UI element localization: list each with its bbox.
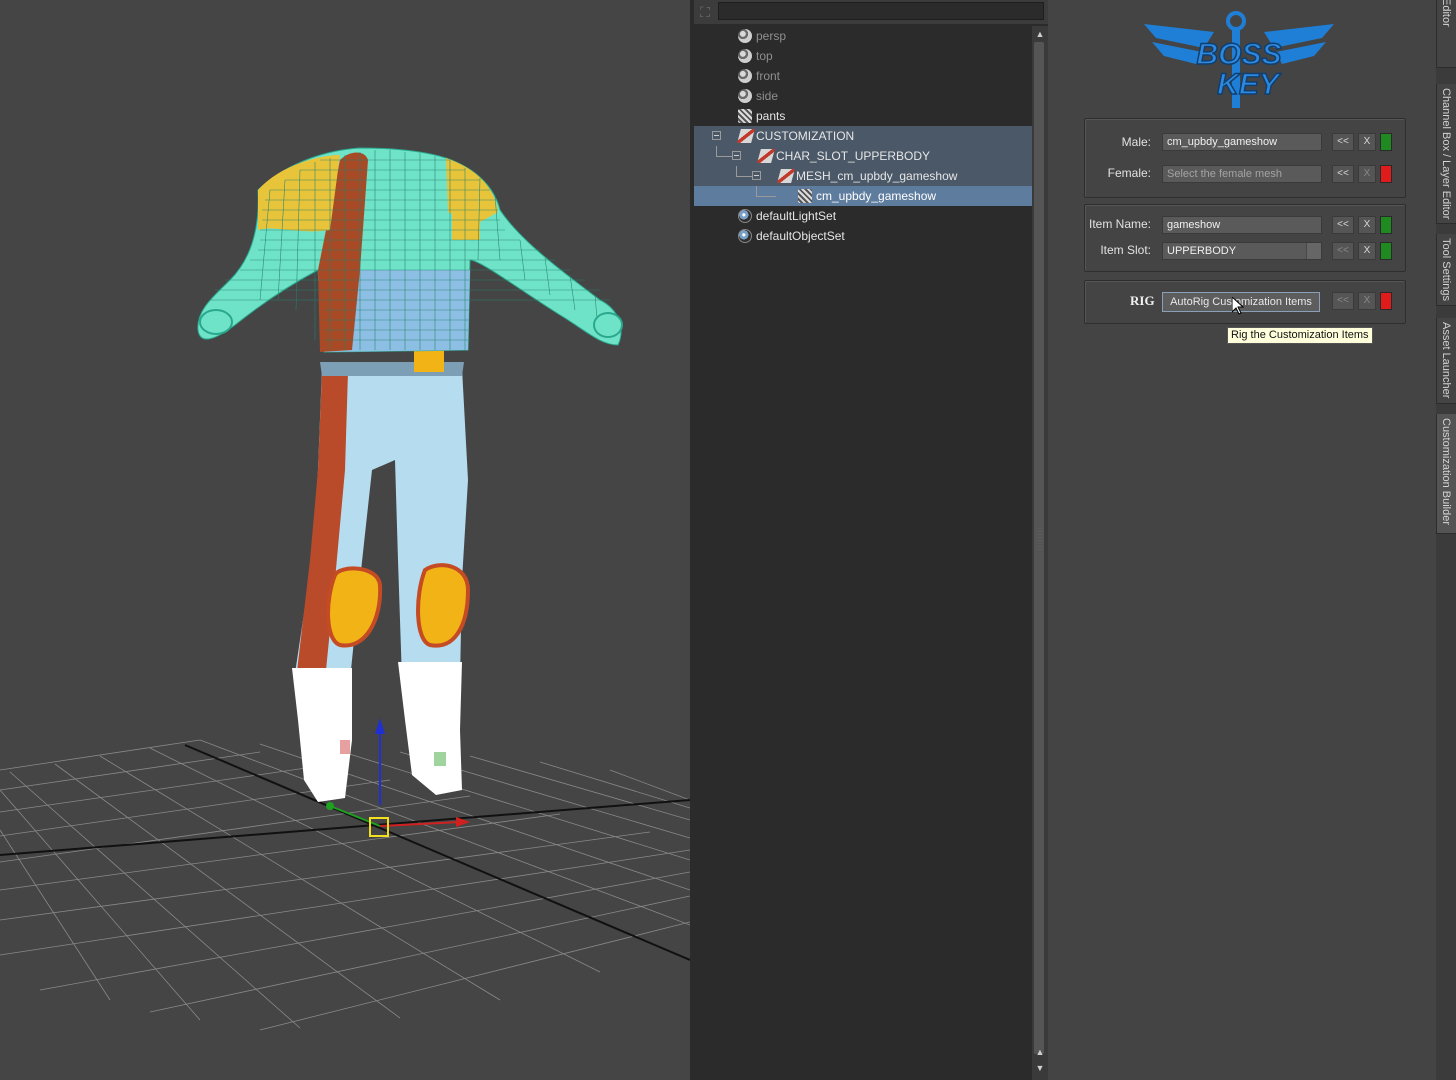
- outliner-item-side[interactable]: side: [694, 86, 1032, 106]
- item-name-label: Item Name:: [1088, 217, 1151, 231]
- male-clear-button[interactable]: X: [1358, 133, 1376, 151]
- outliner-item-label: CHAR_SLOT_UPPERBODY: [776, 149, 931, 163]
- male-label: Male:: [1121, 135, 1151, 149]
- outliner-item-label: defaultLightSet: [756, 209, 837, 223]
- splitter-handle[interactable]: [1037, 528, 1043, 552]
- tree-line: [716, 146, 717, 156]
- outliner-item-customization[interactable]: CUSTOMIZATION: [694, 126, 1032, 146]
- item-name-status-indicator: [1380, 216, 1392, 234]
- tab-attribute-editor[interactable]: Attribute Editor: [1436, 0, 1456, 68]
- tree-line: [756, 196, 776, 197]
- tab-label: Channel Box / Layer Editor: [1440, 88, 1452, 220]
- scroll-up-icon[interactable]: ▲: [1034, 28, 1046, 40]
- outliner-item-label: top: [756, 49, 773, 63]
- outliner-item-label: defaultObjectSet: [756, 229, 845, 243]
- customization-builder-panel: BOSS KEY Male: cm_upbdy_gameshow << X Fe…: [1048, 0, 1436, 1080]
- scene-render: [0, 147, 690, 1031]
- svg-text:KEY: KEY: [1217, 68, 1282, 101]
- item-slot-status-indicator: [1380, 242, 1392, 260]
- group-icon: [757, 149, 775, 163]
- outliner-tree: persp top front side pants CUSTOMIZATION: [694, 26, 1032, 1080]
- tab-label: Customization Builder: [1440, 418, 1452, 525]
- group-icon: [737, 129, 755, 143]
- outliner-item-label: cm_upbdy_gameshow: [816, 189, 937, 203]
- outliner-item-default-object-set[interactable]: defaultObjectSet: [694, 226, 1032, 246]
- set-icon: [738, 209, 752, 223]
- tree-line: [736, 176, 752, 177]
- svg-text:BOSS: BOSS: [1196, 38, 1281, 71]
- item-name-field[interactable]: gameshow: [1162, 216, 1322, 234]
- tree-line: [736, 166, 737, 176]
- tab-tool-settings[interactable]: Tool Settings: [1436, 234, 1456, 306]
- male-load-button[interactable]: <<: [1332, 133, 1354, 151]
- outliner-item-label: MESH_cm_upbdy_gameshow: [796, 169, 958, 183]
- item-name-load-button[interactable]: <<: [1332, 216, 1354, 234]
- female-clear-button[interactable]: X: [1358, 165, 1376, 183]
- camera-icon: [738, 89, 752, 103]
- tab-label: Tool Settings: [1440, 238, 1452, 301]
- male-field[interactable]: cm_upbdy_gameshow: [1162, 133, 1322, 151]
- mesh-icon: [738, 109, 752, 123]
- tab-channel-box[interactable]: Channel Box / Layer Editor: [1436, 84, 1456, 224]
- item-slot-dropdown[interactable]: UPPERBODY: [1162, 242, 1322, 260]
- tab-customization-builder[interactable]: Customization Builder: [1436, 414, 1456, 534]
- outliner-scrollbar[interactable]: ▲ ▲ ▼: [1032, 26, 1048, 1080]
- scroll-down-icon[interactable]: ▼: [1034, 1062, 1046, 1074]
- collapse-icon[interactable]: [712, 131, 721, 140]
- tab-label: Asset Launcher: [1440, 322, 1452, 399]
- tab-asset-launcher[interactable]: Asset Launcher: [1436, 318, 1456, 404]
- tree-line: [756, 186, 757, 196]
- tab-label: Attribute Editor: [1440, 0, 1452, 27]
- outliner-item-mesh-group[interactable]: MESH_cm_upbdy_gameshow: [694, 166, 1032, 186]
- item-section: Item Name: gameshow << X Item Slot: UPPE…: [1084, 204, 1406, 272]
- rig-status-indicator: [1380, 292, 1392, 310]
- rig-section: RIG AutoRig Customization Items << X: [1084, 280, 1406, 324]
- outliner-item-top[interactable]: top: [694, 46, 1032, 66]
- outliner-item-char-slot-upperbody[interactable]: CHAR_SLOT_UPPERBODY: [694, 146, 1032, 166]
- outliner-item-pants[interactable]: pants: [694, 106, 1032, 126]
- upperbody-mesh: [197, 147, 623, 353]
- viewport-3d[interactable]: [0, 0, 690, 1080]
- tree-line: [716, 156, 732, 157]
- side-tab-bar: Attribute Editor Channel Box / Layer Edi…: [1436, 0, 1456, 1080]
- outliner-item-label: side: [756, 89, 779, 103]
- mouse-cursor-icon: [1232, 297, 1244, 315]
- item-slot-label: Item Slot:: [1100, 243, 1151, 257]
- filter-icon[interactable]: ⛶: [696, 3, 714, 21]
- outliner-item-cm-upbdy-gameshow[interactable]: cm_upbdy_gameshow: [694, 186, 1032, 206]
- outliner-item-label: CUSTOMIZATION: [756, 129, 855, 143]
- female-label: Female:: [1107, 166, 1151, 180]
- rig-label: RIG: [1130, 293, 1155, 308]
- outliner-item-label: front: [756, 69, 781, 83]
- outliner-item-default-light-set[interactable]: defaultLightSet: [694, 206, 1032, 226]
- mesh-icon: [798, 189, 812, 203]
- scroll-up-icon[interactable]: ▲: [1034, 1046, 1046, 1058]
- outliner-panel: ⛶ persp top front side pants CUSTOMIZATI…: [694, 0, 1048, 1080]
- outliner-item-front[interactable]: front: [694, 66, 1032, 86]
- female-field[interactable]: Select the female mesh: [1162, 165, 1322, 183]
- male-status-indicator: [1380, 133, 1392, 151]
- autorig-tooltip: Rig the Customization Items: [1227, 327, 1373, 344]
- camera-icon: [738, 29, 752, 43]
- rig-clear-button[interactable]: X: [1358, 292, 1376, 310]
- item-slot-load-button[interactable]: <<: [1332, 242, 1354, 260]
- female-status-indicator: [1380, 165, 1392, 183]
- outliner-item-label: pants: [756, 109, 786, 123]
- camera-icon: [738, 69, 752, 83]
- outliner-item-persp[interactable]: persp: [694, 26, 1032, 46]
- outliner-search-input[interactable]: [718, 2, 1044, 20]
- bosskey-logo: BOSS KEY: [1144, 8, 1334, 112]
- collapse-icon[interactable]: [732, 151, 741, 160]
- rig-load-button[interactable]: <<: [1332, 292, 1354, 310]
- female-load-button[interactable]: <<: [1332, 165, 1354, 183]
- item-slot-clear-button[interactable]: X: [1358, 242, 1376, 260]
- outliner-toolbar: ⛶: [694, 0, 1048, 24]
- item-name-clear-button[interactable]: X: [1358, 216, 1376, 234]
- group-icon: [777, 169, 795, 183]
- outliner-item-label: persp: [756, 29, 787, 43]
- collapse-icon[interactable]: [752, 171, 761, 180]
- camera-icon: [738, 49, 752, 63]
- set-icon: [738, 229, 752, 243]
- mesh-section: Male: cm_upbdy_gameshow << X Female: Sel…: [1084, 118, 1406, 198]
